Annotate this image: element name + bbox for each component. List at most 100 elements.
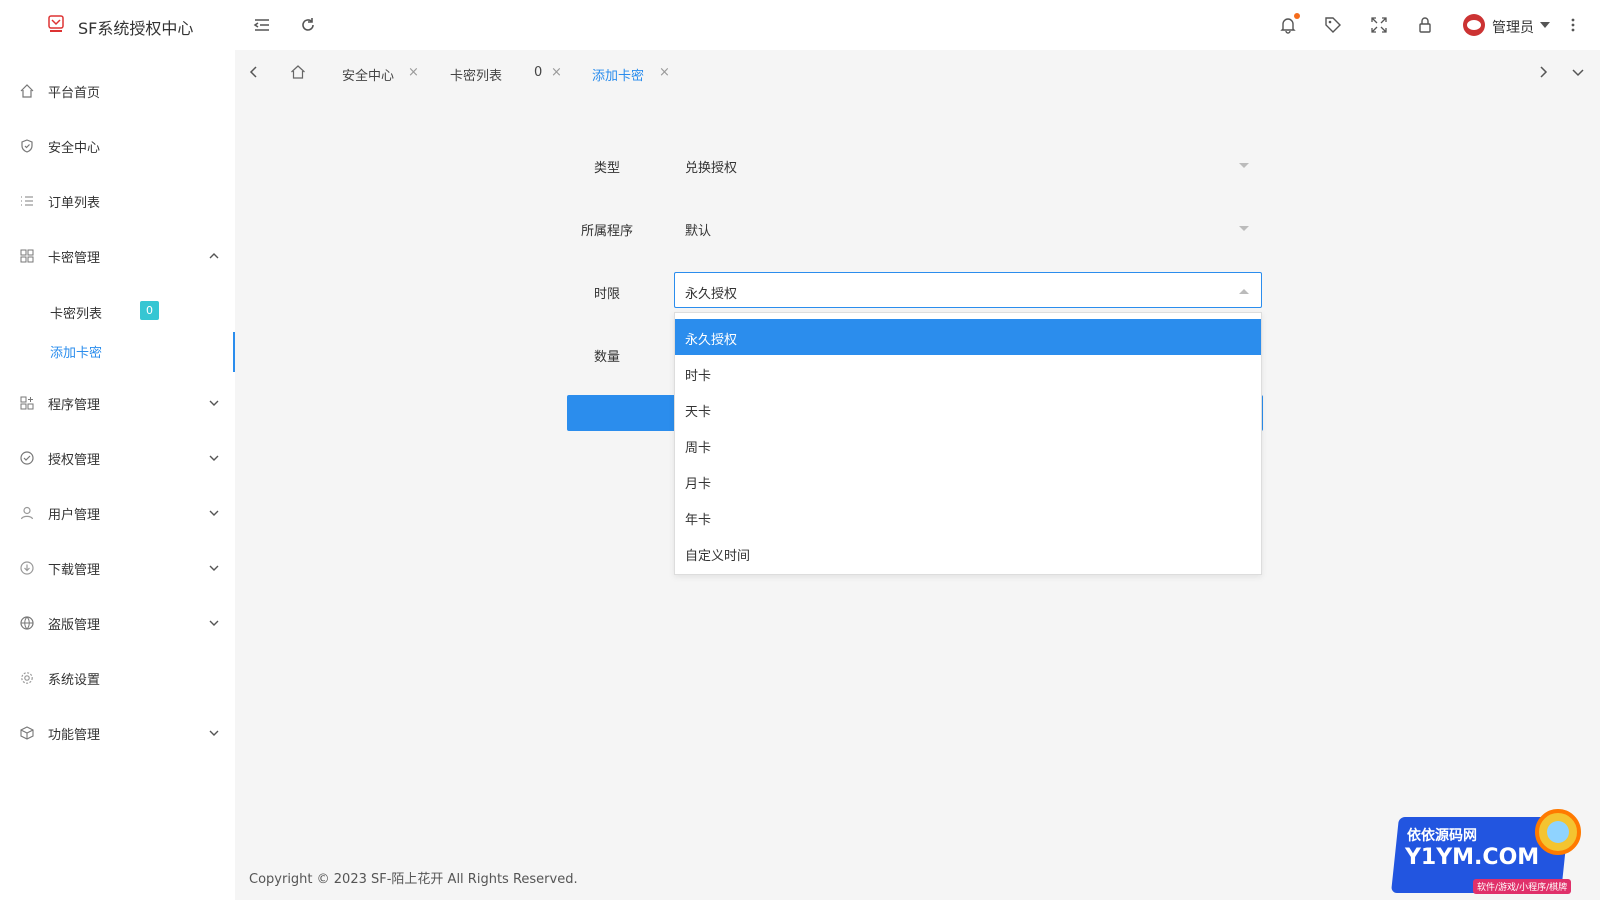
tag-icon[interactable] [1323,15,1343,35]
app-logo [47,14,65,34]
sidebar-item-security[interactable]: 安全中心 [0,126,235,166]
type-select-value: 兑换授权 [685,161,738,176]
close-icon[interactable]: × [408,65,419,80]
watermark-tagline: 软件/游戏/小程序/棋牌 [1473,879,1572,894]
tab-add-card[interactable]: 添加卡密 [592,65,644,84]
home-tab-icon[interactable] [290,64,306,80]
sidebar-subitem-add-card[interactable]: 添加卡密 [0,332,235,372]
chevron-down-icon [208,452,220,464]
sidebar-item-settings[interactable]: 系统设置 [0,658,235,698]
caret-down-icon [1239,163,1249,168]
active-indicator [233,332,235,372]
watermark-title: 依依源码网 [1407,828,1477,844]
sidebar: 平台首页 安全中心 订单列表 卡密管理 卡密列表 0 添加卡密 程序管理 授权管… [0,50,235,900]
globe-icon [20,616,34,630]
program-select-value: 默认 [685,224,712,239]
sidebar-item-label: 系统设置 [48,672,101,688]
refresh-icon[interactable] [298,15,318,35]
sidebar-subitem-label: 添加卡密 [50,346,103,361]
more-vertical-icon[interactable] [1567,15,1579,35]
avatar[interactable] [1463,14,1485,36]
gear-icon [20,671,34,685]
lock-icon[interactable] [1415,15,1435,35]
home-icon [20,84,34,98]
top-header: SF系统授权中心 管理员 [0,0,1600,50]
tab-security-center[interactable]: 安全中心 [342,65,394,84]
option-label: 时卡 [685,369,712,384]
grid-icon [20,249,34,263]
download-icon [20,561,34,575]
program-label: 所属程序 [580,224,633,239]
type-select[interactable]: 兑换授权 [674,146,1262,182]
duration-label: 时限 [593,287,620,302]
chevron-up-icon [208,250,220,262]
sidebar-item-users[interactable]: 用户管理 [0,493,235,533]
dropdown-option[interactable]: 自定义时间 [675,535,1261,571]
sidebar-item-label: 授权管理 [48,452,101,468]
menu-collapse-icon[interactable] [252,15,272,35]
sidebar-subitem-label: 卡密列表 [50,307,103,322]
sidebar-item-piracy[interactable]: 盗版管理 [0,603,235,643]
cube-icon [20,726,34,740]
option-label: 月卡 [685,477,712,492]
user-icon [20,506,34,520]
tabs-scroll-right-icon[interactable] [1535,64,1551,80]
sidebar-item-label: 订单列表 [48,195,101,211]
dropdown-option[interactable]: 周卡 [675,427,1261,463]
apps-icon [20,396,34,410]
duration-select[interactable]: 永久授权 [674,272,1262,308]
caret-down-icon [1239,226,1249,231]
sidebar-item-label: 盗版管理 [48,617,101,633]
option-label: 天卡 [685,405,712,420]
sidebar-item-orders[interactable]: 订单列表 [0,181,235,221]
sidebar-item-label: 下载管理 [48,562,101,578]
tab-zero[interactable]: 0 [534,65,542,80]
list-icon [20,194,34,208]
user-menu[interactable]: 管理员 [1492,17,1534,37]
dropdown-option[interactable]: 天卡 [675,391,1261,427]
tabs-menu-chevron-down-icon[interactable] [1570,64,1586,80]
sidebar-item-label: 功能管理 [48,727,101,743]
fullscreen-icon[interactable] [1369,15,1389,35]
tab-card-list[interactable]: 卡密列表 [450,65,502,84]
sidebar-item-label: 程序管理 [48,397,101,413]
tabs-bar: 安全中心 × 卡密列表 0 × 添加卡密 × [235,50,1600,95]
dropdown-option[interactable]: 时卡 [675,355,1261,391]
option-label: 永久授权 [685,333,738,348]
dropdown-option[interactable]: 月卡 [675,463,1261,499]
sidebar-item-programs[interactable]: 程序管理 [0,383,235,423]
sidebar-subitem-card-list[interactable]: 卡密列表 0 [0,293,235,329]
check-circle-icon [20,451,34,465]
chevron-down-icon [208,617,220,629]
sidebar-item-downloads[interactable]: 下载管理 [0,548,235,588]
sidebar-item-features[interactable]: 功能管理 [0,713,235,753]
sidebar-item-label: 安全中心 [48,140,101,156]
chevron-down-icon [208,507,220,519]
close-icon[interactable]: × [659,65,670,80]
quantity-label: 数量 [593,350,620,365]
duration-dropdown: 永久授权 时卡 天卡 周卡 月卡 年卡 自定义时间 [674,312,1262,575]
option-label: 周卡 [685,441,712,456]
chevron-down-icon [208,397,220,409]
program-select[interactable]: 默认 [674,209,1262,245]
caret-down-icon[interactable] [1540,22,1550,28]
sidebar-item-label: 卡密管理 [48,250,101,266]
sidebar-item-label: 平台首页 [48,85,101,101]
chevron-down-icon [208,727,220,739]
close-icon[interactable]: × [551,65,562,80]
shield-icon [20,139,34,153]
dropdown-option[interactable]: 年卡 [675,499,1261,535]
watermark-domain: Y1YM.COM [1405,845,1540,870]
tabs-scroll-left-icon[interactable] [246,64,262,80]
option-label: 年卡 [685,513,712,528]
notification-bell-icon[interactable] [1278,13,1300,35]
sidebar-item-authorization[interactable]: 授权管理 [0,438,235,478]
watermark-logo: 依依源码网 Y1YM.COM 软件/游戏/小程序/棋牌 [1385,805,1595,897]
sidebar-item-home[interactable]: 平台首页 [0,71,235,111]
form-row-program: 所属程序 默认 [567,209,1267,249]
footer-copyright: Copyright © 2023 SF-陌上花开 All Rights Rese… [249,872,578,887]
form-row-duration: 时限 永久授权 [567,272,1267,312]
dropdown-option[interactable]: 永久授权 [675,319,1261,355]
sidebar-item-label: 用户管理 [48,507,101,523]
sidebar-item-card-management[interactable]: 卡密管理 [0,236,235,276]
